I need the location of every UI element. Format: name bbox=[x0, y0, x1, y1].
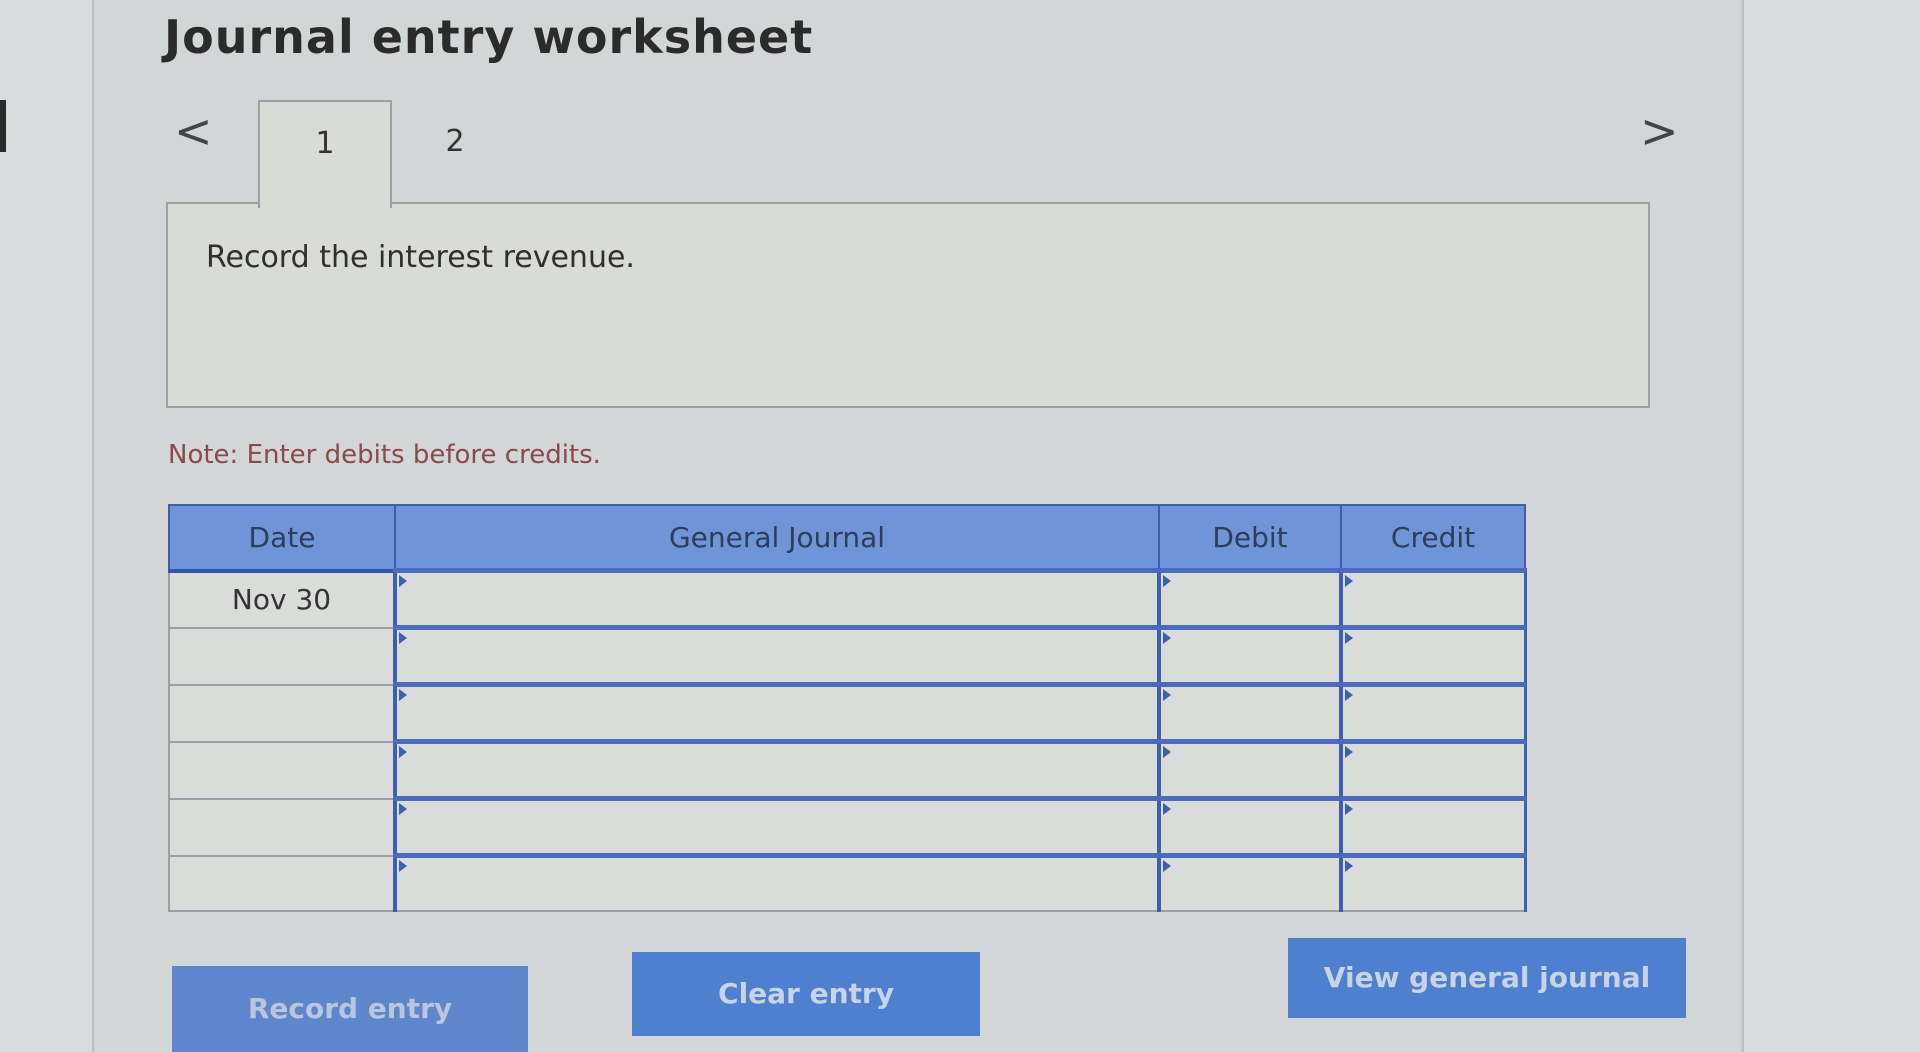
date-cell bbox=[168, 797, 397, 857]
credit-input[interactable] bbox=[1339, 625, 1527, 686]
table-row bbox=[168, 625, 1527, 686]
debit-input[interactable] bbox=[1157, 853, 1343, 912]
input-marker-icon bbox=[1163, 860, 1171, 872]
table-row bbox=[168, 739, 1527, 800]
credit-input[interactable] bbox=[1339, 853, 1527, 912]
input-marker-icon bbox=[1163, 746, 1171, 758]
account-select[interactable] bbox=[393, 739, 1160, 800]
right-edge bbox=[1742, 0, 1920, 1052]
debit-input[interactable] bbox=[1157, 568, 1343, 629]
note-text: Note: Enter debits before credits. bbox=[168, 440, 601, 470]
credit-input[interactable] bbox=[1339, 568, 1527, 629]
header-credit: Credit bbox=[1340, 504, 1526, 573]
debit-input[interactable] bbox=[1157, 625, 1343, 686]
table-row bbox=[168, 853, 1527, 912]
table-row: Nov 30 bbox=[168, 568, 1527, 629]
debit-input[interactable] bbox=[1157, 796, 1343, 857]
date-cell: Nov 30 bbox=[168, 569, 397, 629]
input-marker-icon bbox=[1163, 803, 1171, 815]
journal-table: Date General Journal Debit Credit Nov 30 bbox=[168, 504, 1527, 912]
input-marker-icon bbox=[1163, 689, 1171, 701]
dropdown-marker-icon bbox=[399, 860, 407, 872]
input-marker-icon bbox=[1163, 575, 1171, 587]
input-marker-icon bbox=[1345, 632, 1353, 644]
dropdown-marker-icon bbox=[399, 689, 407, 701]
debit-input[interactable] bbox=[1157, 739, 1343, 800]
header-debit: Debit bbox=[1158, 504, 1342, 573]
account-select[interactable] bbox=[393, 625, 1160, 686]
dropdown-marker-icon bbox=[399, 746, 407, 758]
credit-input[interactable] bbox=[1339, 796, 1527, 857]
dropdown-marker-icon bbox=[399, 632, 407, 644]
table-row bbox=[168, 682, 1527, 743]
account-select[interactable] bbox=[393, 682, 1160, 743]
clear-entry-button[interactable]: Clear entry bbox=[632, 952, 980, 1036]
header-date: Date bbox=[168, 504, 396, 573]
tab-2[interactable]: 2 bbox=[420, 100, 490, 184]
page-title: Journal entry worksheet bbox=[164, 10, 814, 64]
credit-input[interactable] bbox=[1339, 739, 1527, 800]
input-marker-icon bbox=[1345, 575, 1353, 587]
date-cell bbox=[168, 854, 397, 912]
instruction-box: Record the interest revenue. bbox=[166, 202, 1650, 408]
input-marker-icon bbox=[1345, 860, 1353, 872]
dropdown-marker-icon bbox=[399, 803, 407, 815]
input-marker-icon bbox=[1345, 689, 1353, 701]
left-edge bbox=[0, 0, 94, 1052]
date-cell bbox=[168, 683, 397, 743]
account-select[interactable] bbox=[393, 853, 1160, 912]
debit-input[interactable] bbox=[1157, 682, 1343, 743]
date-cell bbox=[168, 626, 397, 686]
view-general-journal-button[interactable]: View general journal bbox=[1288, 938, 1686, 1018]
credit-input[interactable] bbox=[1339, 682, 1527, 743]
dropdown-marker-icon bbox=[399, 575, 407, 587]
chevron-right-icon[interactable]: > bbox=[1640, 108, 1679, 154]
chevron-left-icon[interactable]: < bbox=[174, 108, 213, 154]
account-select[interactable] bbox=[393, 796, 1160, 857]
table-row bbox=[168, 796, 1527, 857]
input-marker-icon bbox=[1163, 632, 1171, 644]
instruction-text: Record the interest revenue. bbox=[206, 240, 635, 275]
account-select[interactable] bbox=[393, 568, 1160, 629]
input-marker-icon bbox=[1345, 803, 1353, 815]
tab-1[interactable]: 1 bbox=[258, 100, 392, 208]
header-general-journal: General Journal bbox=[394, 504, 1160, 573]
date-cell bbox=[168, 740, 397, 800]
scrollbar-mark bbox=[0, 100, 6, 152]
input-marker-icon bbox=[1345, 746, 1353, 758]
record-entry-button[interactable]: Record entry bbox=[172, 966, 528, 1052]
journal-header-row: Date General Journal Debit Credit bbox=[168, 504, 1526, 573]
